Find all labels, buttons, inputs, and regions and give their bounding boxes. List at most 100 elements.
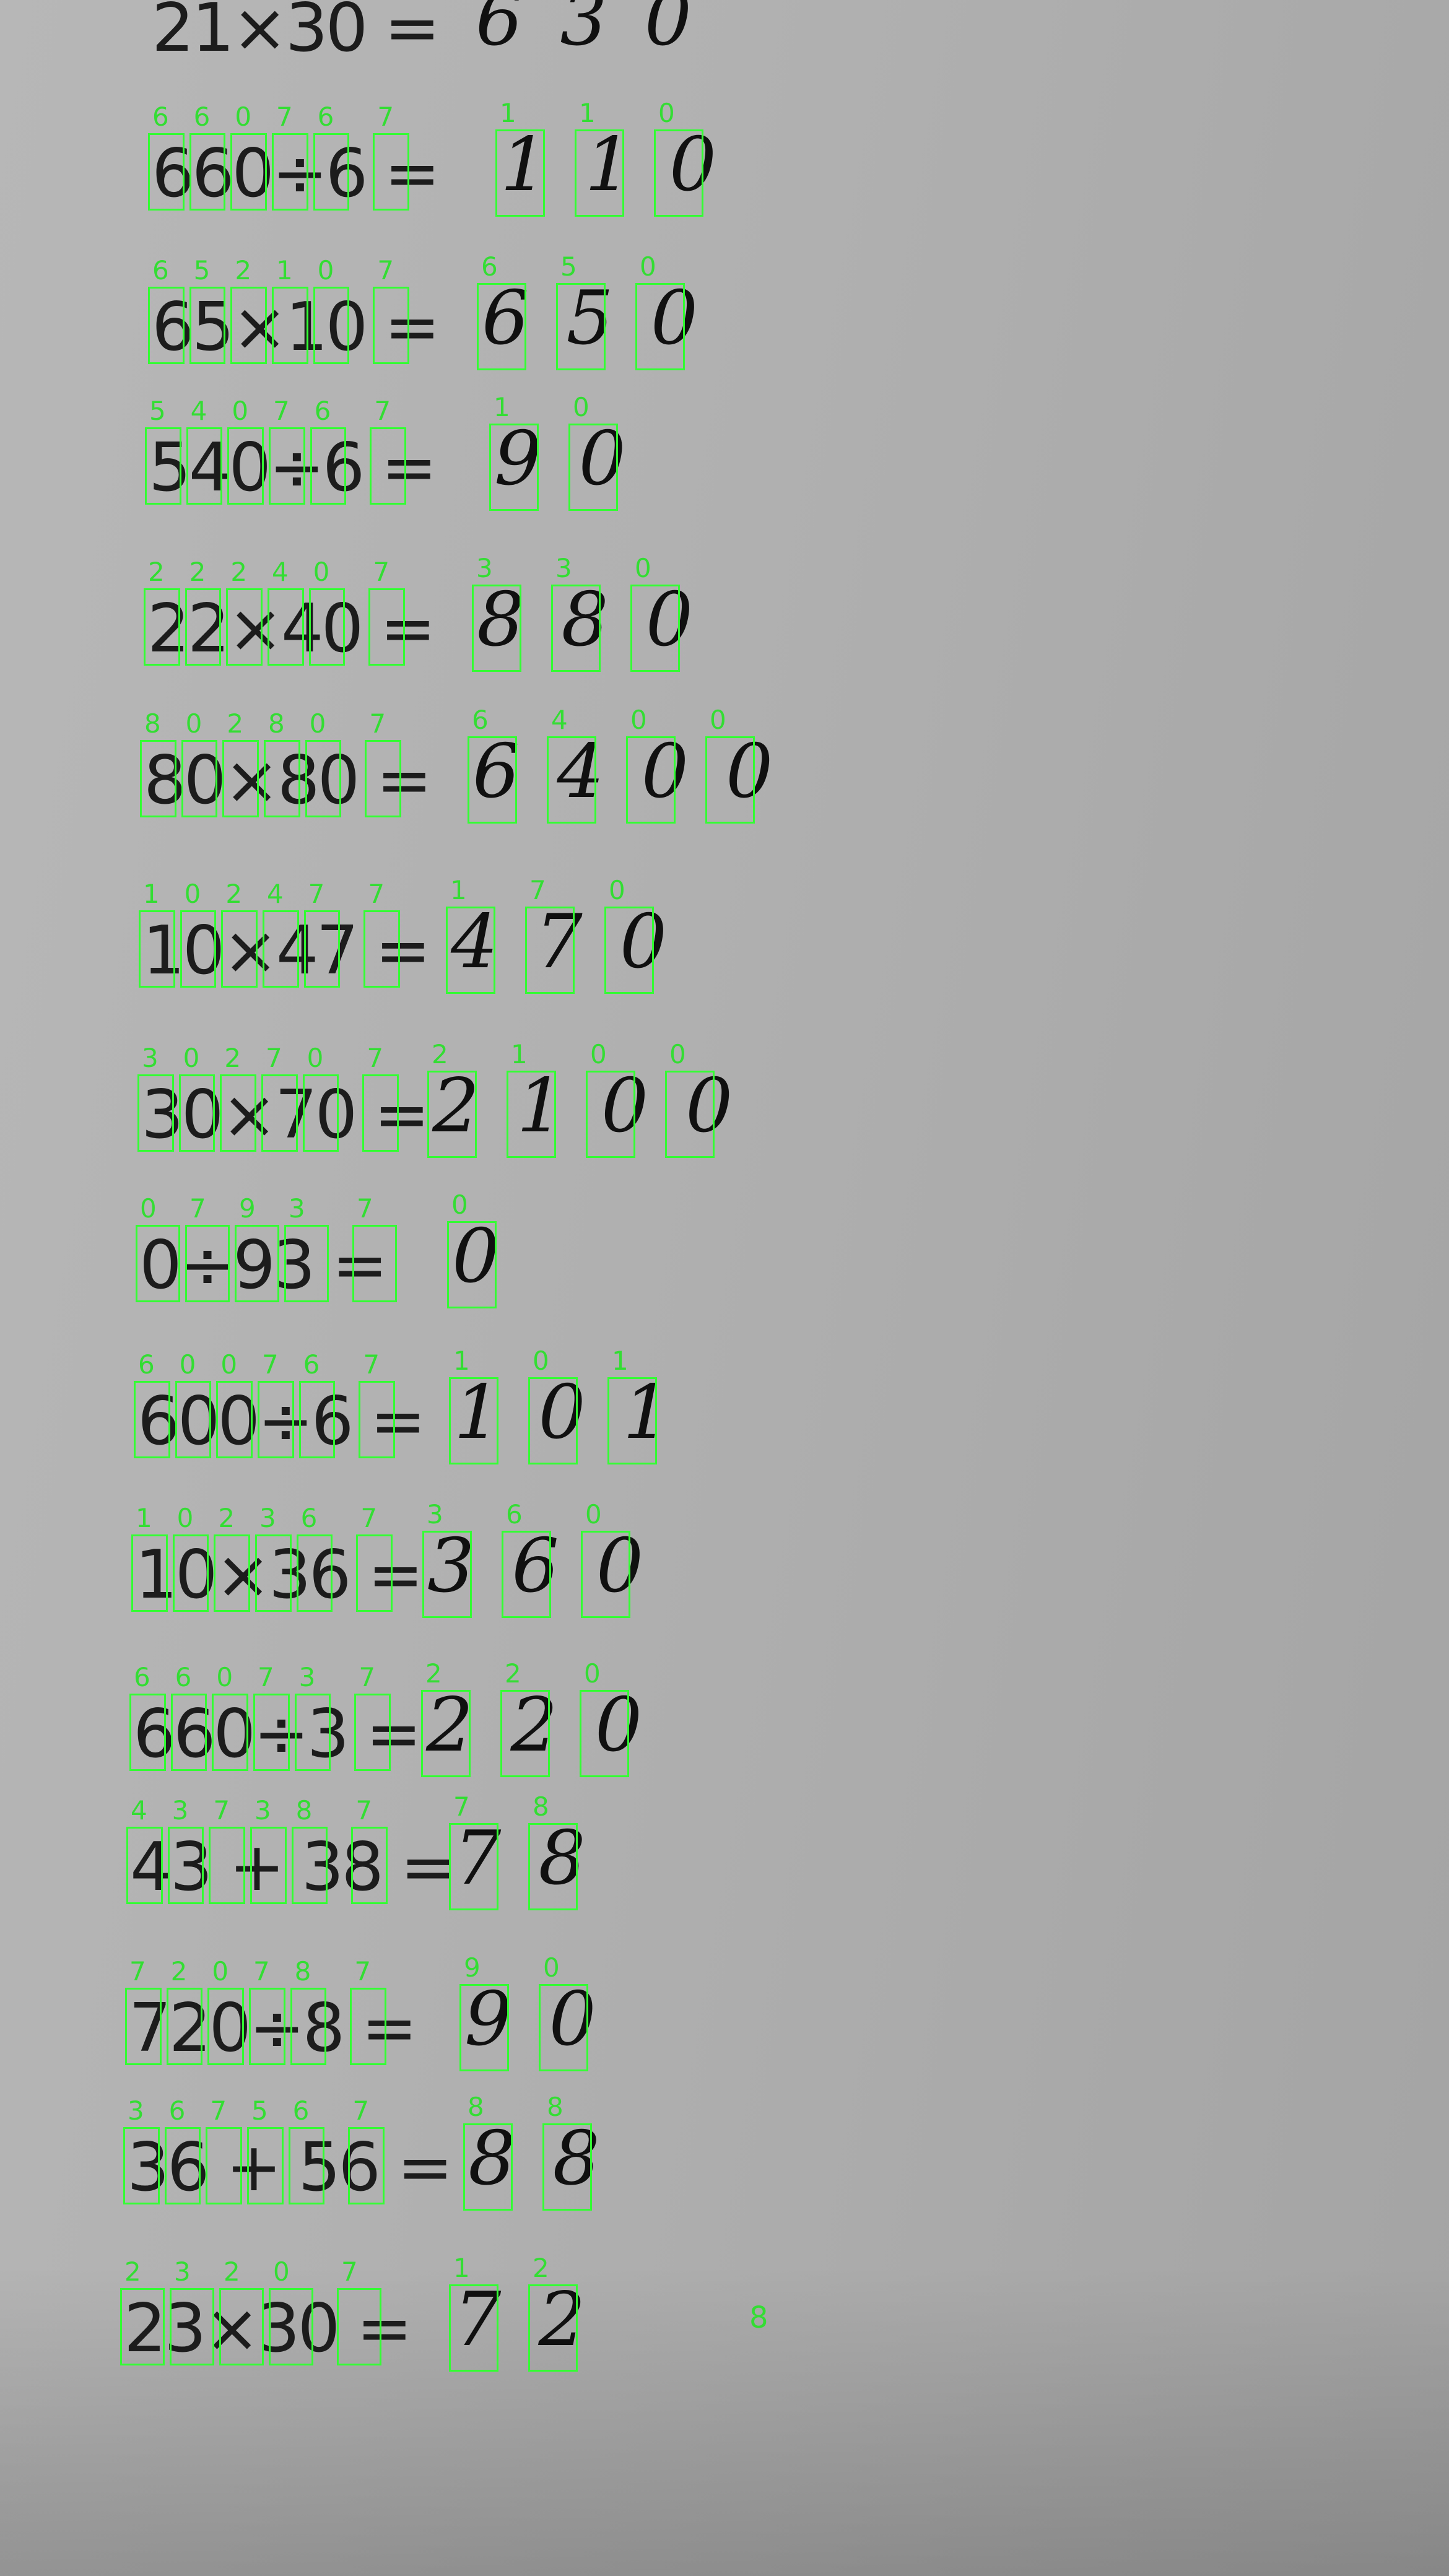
char-box: 7 [370,398,406,505]
equation-row: 540÷6 = 5 4 0 7 6 7 90 1 0 [0,394,1449,511]
answer-box: 2 [421,1661,471,1777]
answer-tag: 0 [640,251,656,282]
answer-tag: 2 [425,1658,442,1689]
char-box: 3 [123,2098,160,2204]
char-box: 2 [221,881,258,988]
char-tag: 0 [212,1956,229,1986]
char-tag: 7 [352,2095,370,2126]
char-tag: 7 [341,2256,358,2287]
equation-row: 22×40 = 2 2 2 4 0 7 880 3 3 0 [0,555,1449,672]
equation-row: 23×30 = 2 3 2 0 7 72 1 2 [0,2255,1449,2372]
char-tag: 7 [129,1956,146,1986]
answer-box: 0 [626,707,676,824]
char-box: 6 [296,1505,333,1612]
printed-expression: 21×30 = [152,0,440,67]
char-tag: 9 [239,1193,256,1224]
char-tag: 7 [363,1349,380,1380]
char-tag: 6 [152,102,169,132]
char-box: 7 [373,258,409,364]
answer-tag: 2 [432,1039,448,1069]
char-tag: 0 [183,1043,200,1073]
char-box: 2 [185,559,222,666]
answer-box: 1 [575,100,624,217]
char-box: 9 [235,1196,279,1302]
answer-tag: 1 [453,2253,470,2283]
char-tag: 6 [175,1662,192,1692]
answer-box: 7 [525,877,575,994]
char-box: 2 [214,1505,250,1612]
char-tag: 7 [355,1795,373,1825]
answer-box: 4 [547,707,596,824]
char-tag: 0 [235,102,252,132]
char-box: 2 [144,559,180,666]
char-box: 7 [348,2098,385,2204]
char-tag: 6 [317,102,334,132]
answer-tag: 0 [609,875,625,905]
char-tag: 3 [255,1795,271,1825]
answer-tag: 6 [506,1499,523,1530]
char-box: 7 [337,2259,381,2365]
char-tag: 1 [136,1503,152,1533]
answer-box: 3 [422,1502,472,1618]
answer-box: 6 [502,1502,551,1618]
answer-box: 3 [472,555,521,672]
char-tag: 7 [359,1662,376,1692]
char-tag: 5 [149,396,166,426]
equation-row: 80×80 = 8 0 2 8 0 7 6400 6 4 0 0 [0,707,1449,824]
answer-box: 7 [449,1794,498,1910]
answer-box: 1 [449,2255,498,2372]
answer-tag: 0 [533,1346,549,1376]
char-tag: 7 [276,102,293,132]
char-box: 7 [253,1664,290,1771]
char-tag: 2 [227,708,244,739]
char-tag: 7 [262,1349,279,1380]
char-tag: 6 [292,2095,310,2126]
char-tag: 0 [232,396,249,426]
answer-tag: 4 [551,705,568,735]
char-box: 4 [263,881,299,988]
answer-tag: 7 [529,875,546,905]
equation-row: 10×36 = 1 0 2 3 6 7 360 3 6 0 [0,1502,1449,1618]
char-box: 0 [216,1352,253,1458]
char-box: 6 [134,1352,170,1458]
char-tag: 6 [168,2095,186,2126]
answer-box: 6 [468,707,517,824]
answer-tag: 1 [453,1346,470,1376]
char-tag: 2 [148,557,165,587]
answer-tag: 0 [710,705,726,735]
answer-tag: 1 [511,1039,528,1069]
char-tag: 6 [303,1349,320,1380]
answer-tag: 0 [630,705,647,735]
answer-tag: 2 [505,1658,521,1689]
char-tag: 0 [176,1503,194,1533]
char-box: 1 [272,258,308,364]
answer-tag: 0 [543,1952,560,1983]
answer-box: 0 [705,707,755,824]
answer-tag: 3 [555,553,572,583]
char-tag: 0 [216,1662,233,1692]
answer-tag: 0 [635,553,651,583]
char-box: 0 [227,398,264,505]
char-box: 7 [352,1196,397,1302]
char-box: 6 [129,1664,166,1771]
char-box: 6 [170,1664,207,1771]
char-tag: 3 [259,1503,276,1533]
char-tag: 3 [142,1043,159,1073]
char-tag: 0 [140,1193,157,1224]
answer-tag: 0 [451,1190,468,1220]
answer-tag: 0 [590,1039,607,1069]
char-tag: 2 [224,1043,242,1073]
answer-tag: 7 [453,1791,470,1822]
char-tag: 6 [193,102,211,132]
char-box: 6 [313,104,350,211]
char-tag: 7 [368,879,385,909]
char-box: 7 [185,1196,230,1302]
answer-tag: 3 [476,553,493,583]
char-box: 6 [148,104,185,211]
char-box: 0 [302,1045,339,1152]
equation-row: 10×47 = 1 0 2 4 7 7 470 1 7 0 [0,877,1449,994]
char-tag: 3 [172,1795,189,1825]
char-box: 7 [261,1045,298,1152]
char-tag: 1 [276,255,293,285]
answer-box: 9 [459,1955,509,2071]
